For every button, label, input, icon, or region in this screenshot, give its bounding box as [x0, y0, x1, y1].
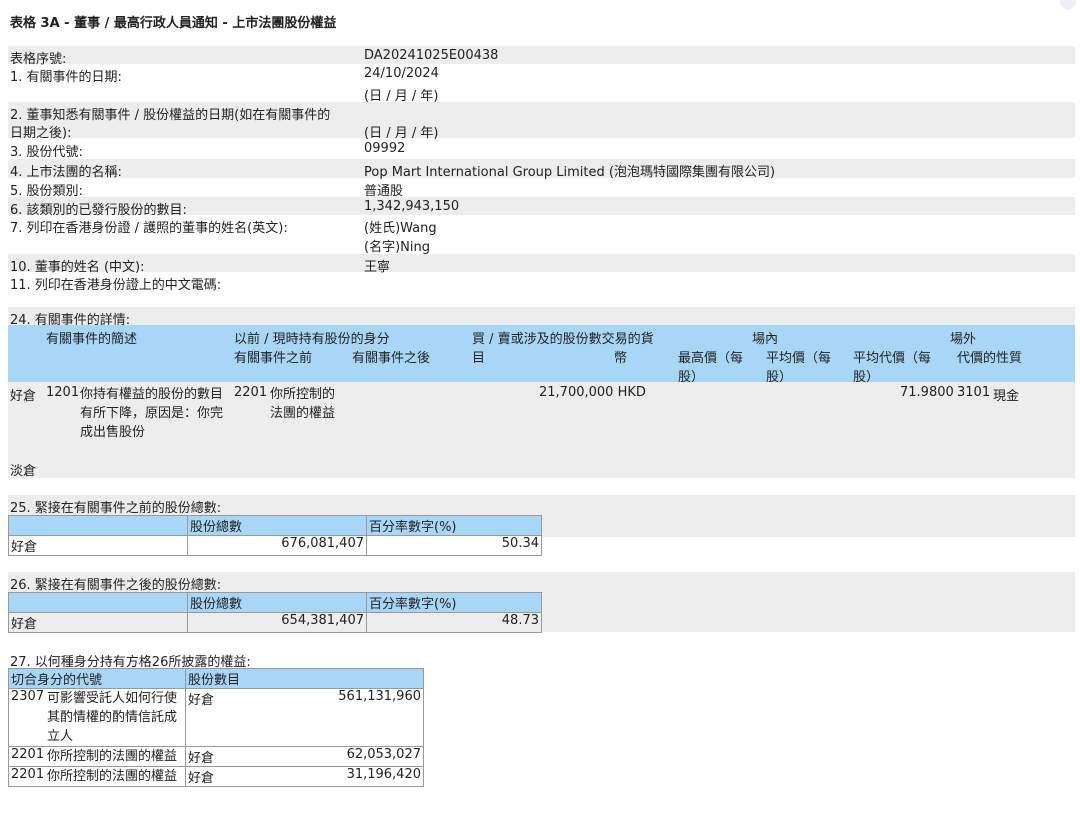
s24-col-after: 有關事件之後: [352, 351, 431, 366]
s24-shares: 21,700,000 HKD: [539, 385, 646, 400]
s26-pct: 48.73: [366, 612, 542, 633]
s27-col-shares: 股份數目: [185, 668, 424, 689]
field-value: (姓氏)Wang: [364, 221, 437, 236]
s24-col-before: 有關事件之前: [234, 351, 313, 366]
s27-code: 2201: [11, 747, 45, 762]
field-value: DA20241025E00438: [364, 48, 499, 63]
s24-col-currency: 幣: [614, 351, 628, 366]
field-value: 1,342,943,150: [364, 199, 460, 214]
s24-col-avg: 平均價（每: [766, 351, 832, 366]
s25-col-total: 股份總數: [187, 515, 367, 536]
s27-position: 好倉: [188, 771, 215, 786]
field-value: 09992: [364, 141, 406, 156]
s25-row-label: 好倉: [8, 535, 188, 556]
s24-col-onex: 場內: [752, 332, 779, 347]
s27-col-code: 切合身分的代號: [8, 668, 186, 689]
s27-code-text: 可影響受託人如何行使其酌情權的酌情信託成立人: [47, 691, 178, 744]
s24-col-shares2: 目: [472, 351, 486, 366]
s24-event-desc: 你持有權益的股份的數目有所下降，原因是：你完成出售股份: [80, 387, 224, 440]
s27-code-text: 你所控制的法團的權益: [47, 769, 178, 784]
s26-row-label: 好倉: [8, 612, 188, 633]
table-row: 2201 你所控制的法團的權益: [8, 746, 186, 767]
s26-total: 654,381,407: [187, 612, 367, 633]
field-value: (日 / 月 / 年): [364, 89, 439, 104]
s24-event-code: 1201: [46, 385, 80, 400]
page-title: 表格 3A - 董事 / 最高行政人員通知 - 上市法團股份權益: [10, 16, 337, 31]
section-25-heading: 25. 緊接在有關事件之前的股份總數:: [10, 501, 222, 516]
s27-table: 切合身分的代號 股份數目 2307 可影響受託人如何行使其酌情權的酌情信託成立人…: [8, 668, 424, 787]
field-label: 4. 上市法團的名稱:: [10, 165, 122, 180]
s24-col-capacity: 以前 / 現時持有股份的身分: [234, 332, 390, 347]
s24-col-desc: 有關事件的簡述: [46, 332, 138, 347]
s24-nature-code: 3101: [957, 385, 991, 400]
section-26-heading: 26. 緊接在有關事件之後的股份總數:: [10, 578, 222, 593]
s24-long-label: 好倉: [10, 389, 37, 404]
band: [8, 46, 1075, 64]
field-label: 3. 股份代號:: [10, 145, 83, 160]
s25-total: 676,081,407: [187, 535, 367, 556]
table-row: 2201 你所控制的法團的權益: [8, 766, 186, 787]
s24-nature: 現金: [993, 389, 1020, 404]
s24-col-offex: 場外: [950, 332, 977, 347]
field-label: 11. 列印在香港身份證上的中文電碼:: [10, 278, 222, 293]
s27-code: 2307: [11, 689, 45, 704]
s27-code: 2201: [11, 767, 45, 782]
table-row: 2307 可影響受託人如何行使其酌情權的酌情信託成立人: [8, 688, 186, 747]
s24-avg-price: 71.9800: [900, 385, 954, 400]
field-value: (名字)Ning: [364, 240, 430, 255]
s24-col-avg-off: 平均代價（每: [853, 351, 932, 366]
field-label: 5. 股份類別:: [10, 184, 83, 199]
s25-col-pct: 百分率數字(%): [366, 515, 542, 536]
field-value: 普通股: [364, 184, 404, 199]
s27-position: 好倉: [188, 751, 215, 766]
s24-col-nature: 代價的性質: [957, 351, 1023, 366]
s24-capacity-text: 你所控制的法團的權益: [270, 387, 336, 421]
field-label: 10. 董事的姓名 (中文):: [10, 260, 145, 275]
s26-col-total: 股份總數: [187, 592, 367, 613]
s26-table: 股份總數 百分率數字(%) 好倉 654,381,407 48.73: [8, 592, 542, 633]
s27-number: 31,196,420: [346, 767, 421, 782]
s26-col-pct: 百分率數字(%): [366, 592, 542, 613]
field-value: Pop Mart International Group Limited (泡泡…: [364, 165, 776, 180]
s24-col-high: 最高價（每: [678, 351, 744, 366]
field-label: 6. 該類別的已發行股份的數目:: [10, 203, 187, 218]
s27-number: 62,053,027: [346, 747, 421, 762]
field-value: 王寧: [364, 260, 391, 275]
band: [8, 254, 1075, 272]
field-label: 7. 列印在香港身份證 / 護照的董事的姓名(英文):: [10, 221, 288, 236]
field-value: (日 / 月 / 年): [364, 126, 439, 141]
field-label: 日期之後):: [10, 126, 72, 141]
field-label: 1. 有關事件的日期:: [10, 70, 122, 85]
s25-table: 股份總數 百分率數字(%) 好倉 676,081,407 50.34: [8, 515, 542, 556]
field-value: 24/10/2024: [364, 66, 439, 81]
field-label: 2. 董事知悉有關事件 / 股份權益的日期(如在有關事件的: [10, 108, 331, 123]
s24-col-shares: 買 / 賣或涉及的股份數交易的貨: [472, 332, 654, 347]
corner-decoration: [1060, 0, 1076, 10]
s27-code-text: 你所控制的法團的權益: [47, 749, 178, 764]
s27-number: 561,131,960: [338, 689, 421, 704]
s24-short-label: 淡倉: [10, 464, 37, 479]
s24-capacity-code: 2201: [234, 385, 268, 400]
s27-position: 好倉: [188, 693, 215, 708]
band: [8, 307, 1075, 325]
s25-pct: 50.34: [366, 535, 542, 556]
field-label: 表格序號:: [10, 52, 67, 67]
